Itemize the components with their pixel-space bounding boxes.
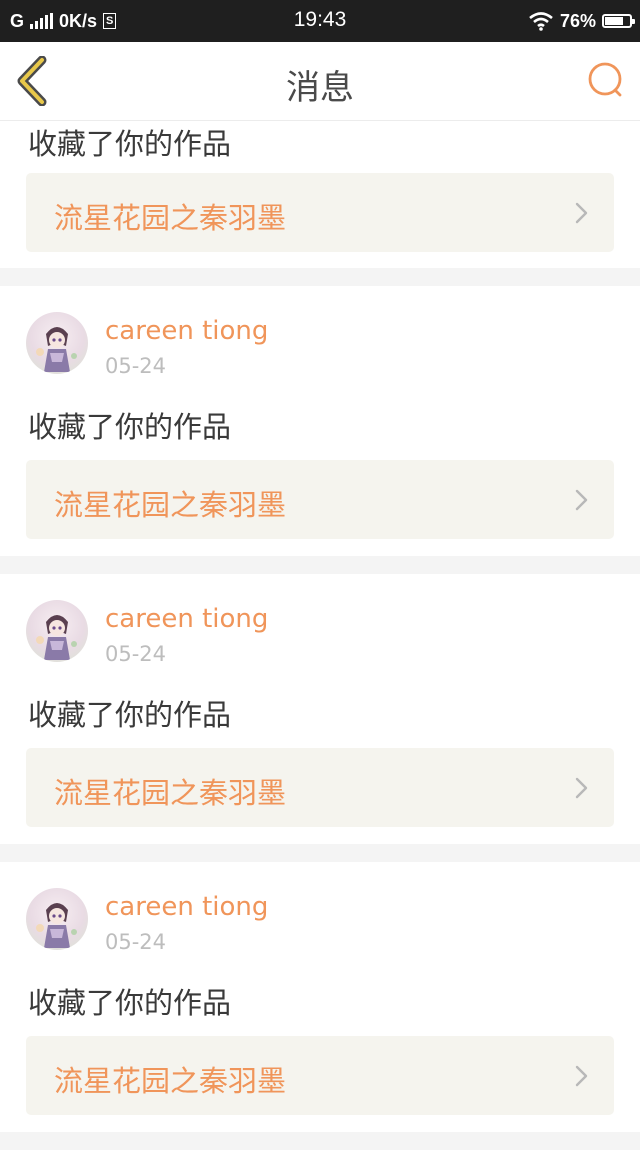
- search-button[interactable]: [586, 60, 626, 100]
- action-text: 收藏了你的作品: [28, 410, 232, 444]
- chevron-right-icon: [575, 202, 588, 224]
- battery-icon: [602, 14, 635, 28]
- avatar[interactable]: [26, 312, 88, 374]
- work-title: 流星花园之秦羽墨: [54, 488, 287, 522]
- avatar-image: [36, 903, 77, 948]
- message-card: careen tiong 05-24 收藏了你的作品 流星花园之秦羽墨: [0, 862, 640, 1132]
- work-title: 流星花园之秦羽墨: [54, 201, 287, 235]
- message-date: 05-24: [105, 930, 167, 954]
- avatar-image: [36, 615, 77, 660]
- message-date: 05-24: [105, 642, 167, 666]
- username[interactable]: careen tiong: [105, 316, 268, 346]
- username[interactable]: careen tiong: [105, 604, 268, 634]
- message-card: careen tiong 05-24 收藏了你的作品 流星花园之秦羽墨: [0, 286, 640, 556]
- wifi-icon: [529, 12, 553, 31]
- page-title: 消息: [286, 68, 354, 108]
- chevron-right-icon: [575, 1065, 588, 1087]
- action-text: 收藏了你的作品: [28, 127, 232, 161]
- work-title: 流星花园之秦羽墨: [54, 776, 287, 810]
- work-link[interactable]: 流星花园之秦羽墨: [26, 1036, 614, 1115]
- work-link[interactable]: 流星花园之秦羽墨: [26, 460, 614, 539]
- work-link[interactable]: 流星花园之秦羽墨: [26, 173, 614, 252]
- battery-fill: [605, 17, 623, 25]
- action-text: 收藏了你的作品: [28, 698, 232, 732]
- message-feed[interactable]: 收藏了你的作品 流星花园之秦羽墨 careen tiong 05-24 收藏了你…: [0, 121, 640, 1150]
- chevron-right-icon: [575, 777, 588, 799]
- work-link[interactable]: 流星花园之秦羽墨: [26, 748, 614, 827]
- separator: [0, 844, 640, 862]
- separator: [0, 556, 640, 574]
- message-card: careen tiong 05-24 收藏了你的作品 流星花园之秦羽墨: [0, 574, 640, 844]
- action-text: 收藏了你的作品: [28, 986, 232, 1020]
- battery-percent: 76%: [559, 10, 596, 31]
- message-card: 收藏了你的作品 流星花园之秦羽墨: [0, 121, 640, 268]
- avatar-image: [36, 327, 77, 372]
- username[interactable]: careen tiong: [105, 892, 268, 922]
- avatar[interactable]: [26, 600, 88, 662]
- nav-bar: 消息: [0, 42, 640, 121]
- separator: [0, 1132, 640, 1150]
- separator: [0, 268, 640, 286]
- chevron-right-icon: [575, 489, 588, 511]
- avatar[interactable]: [26, 888, 88, 950]
- search-icon: [588, 62, 622, 97]
- message-date: 05-24: [105, 354, 167, 378]
- status-right: 76%: [528, 9, 635, 33]
- status-bar: G 0K/s S 19:43 76%: [0, 0, 640, 42]
- work-title: 流星花园之秦羽墨: [54, 1064, 287, 1098]
